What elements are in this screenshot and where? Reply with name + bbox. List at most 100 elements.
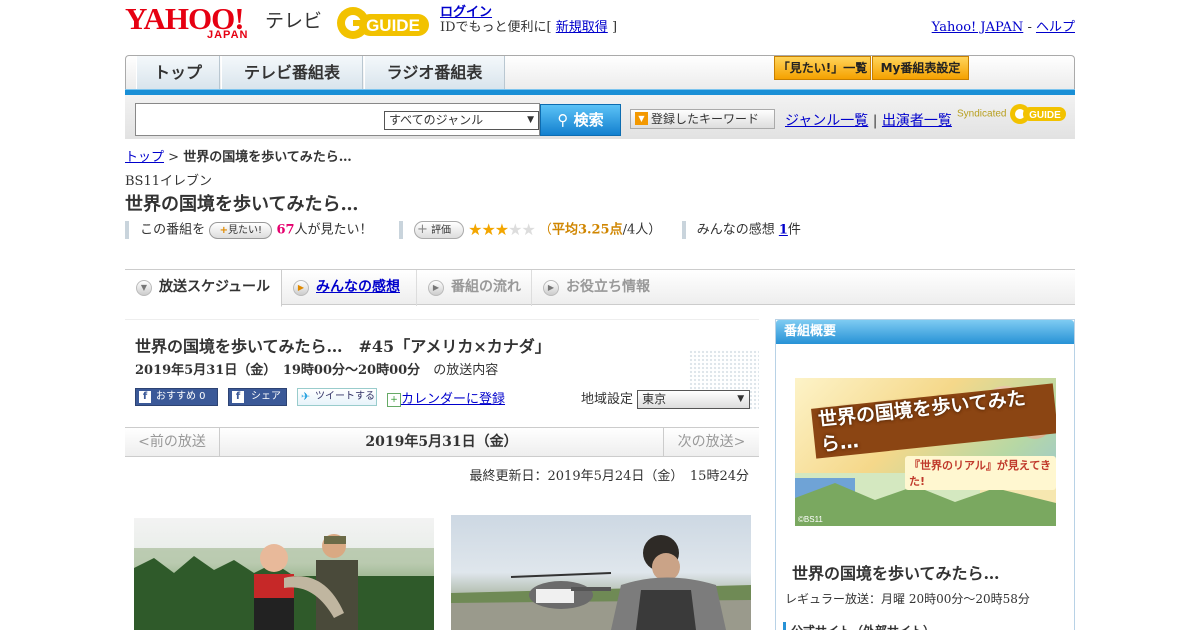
facebook-icon: f	[139, 391, 151, 403]
gguide-small-text: GUIDE	[1029, 110, 1061, 121]
tab-schedule[interactable]: ▼ 放送スケジュール	[125, 270, 282, 307]
kansou-count-link[interactable]: 1	[779, 223, 788, 238]
tab-info-label: お役立ち情報	[566, 279, 650, 295]
plus-icon: +	[219, 224, 228, 236]
pipe: |	[872, 113, 878, 129]
yahoo-logo-japan: JAPAN	[207, 29, 249, 41]
rate-button[interactable]: + 評価	[413, 221, 464, 239]
prev-broadcast-button: <前の放送	[125, 428, 220, 456]
tab-radio-schedule[interactable]: ラジオ番組表	[364, 56, 505, 90]
photo-helicopter-illustration	[451, 535, 751, 630]
program-summary-box: 番組概要 世界の国境を歩いてみたら… 『世界のリアル』が見えてきた! ©BS11…	[775, 319, 1075, 630]
genre-list-link[interactable]: ジャンル一覧	[785, 113, 868, 129]
kono-bangumi-label: この番組を	[140, 222, 206, 238]
chevron-right-icon: ▶	[293, 280, 309, 296]
episode-photo-helicopter	[451, 515, 751, 630]
calendar-register[interactable]: + カレンダーに登録	[387, 388, 505, 407]
search-links: ジャンル一覧 | 出演者一覧	[785, 110, 952, 130]
yahoo-logo[interactable]: YAHOO! JAPAN	[125, 3, 247, 44]
registered-keyword-button[interactable]: ▼ 登録したキーワード	[630, 109, 775, 129]
tab-reviews[interactable]: ▶ みんなの感想	[282, 270, 417, 306]
mitai-list-button[interactable]: 「見たい!」一覧	[774, 56, 871, 80]
calendar-link[interactable]: カレンダーに登録	[401, 392, 505, 407]
divider	[681, 221, 686, 239]
next-broadcast-button: 次の放送>	[663, 428, 759, 456]
tweet-button[interactable]: ✈ ツイートする	[297, 388, 377, 406]
header: YAHOO! JAPAN テレビ GUIDE ログイン IDでもっと便利に[ 新…	[125, 0, 1075, 55]
facebook-recommend-button[interactable]: f おすすめ 0	[135, 388, 218, 406]
my-program-button[interactable]: My番組表設定	[872, 56, 969, 80]
search-button[interactable]: ⚲ 検索	[540, 104, 621, 136]
gguide-logo-text: GUIDE	[366, 16, 420, 35]
kansou-unit: 件	[787, 222, 801, 238]
mitai-button[interactable]: +見たい!	[209, 221, 273, 239]
key-visual-copyright: ©BS11	[798, 515, 823, 524]
region-select-value: 東京	[642, 392, 667, 406]
rating-stars: ★★★★★	[468, 220, 539, 239]
id-close: ]	[611, 20, 618, 35]
plus-icon: +	[416, 222, 428, 237]
divider	[398, 221, 403, 239]
dropdown-arrow-icon: ▼	[737, 394, 745, 404]
region-select[interactable]: 東京 ▼	[637, 390, 751, 409]
avg-prefix: （	[538, 222, 552, 238]
calendar-icon: +	[387, 392, 401, 407]
gguide-small-logo: GUIDE	[1010, 104, 1067, 124]
star-icon: ★	[468, 220, 482, 239]
mitai-count: 67	[276, 222, 295, 238]
chevron-right-icon: ▶	[543, 280, 559, 296]
page: YAHOO! JAPAN テレビ GUIDE ログイン IDでもっと便利に[ 新…	[125, 0, 1075, 630]
signup-link[interactable]: 新規取得	[556, 20, 608, 35]
search-icon: ⚲	[557, 111, 569, 129]
dash: -	[1027, 20, 1032, 35]
program-meta: この番組を +見たい! 67人が見たい！ + 評価 ★★★★★ （平均3.25点…	[125, 220, 801, 240]
tab-info: ▶ お役立ち情報	[532, 270, 672, 306]
genre-select[interactable]: すべてのジャンル ▼	[384, 111, 539, 130]
tab-schedule-label: 放送スケジュール	[159, 279, 271, 295]
tv-label[interactable]: テレビ	[265, 6, 322, 33]
breadcrumb-current: 世界の国境を歩いてみたら…	[183, 150, 352, 165]
login-link[interactable]: ログイン	[440, 5, 492, 20]
avg-suffix: /4人）	[622, 222, 662, 238]
fb-share-label: シェア	[251, 391, 281, 402]
facebook-share-button[interactable]: f シェア	[228, 388, 287, 406]
region-setting: 地域設定 東京 ▼	[581, 388, 751, 409]
chevron-down-icon: ▼	[136, 280, 152, 296]
search-area: すべてのジャンル ▼ ⚲ 検索 ▼ 登録したキーワード ジャンル一覧 | 出演者…	[125, 95, 1075, 139]
registered-keyword-label: 登録したキーワード	[651, 112, 760, 126]
chevron-right-icon: ▶	[428, 280, 444, 296]
fb-recommend-label: おすすめ 0	[156, 391, 206, 402]
star-icon: ★	[494, 220, 509, 239]
sidebar-program-title: 世界の国境を歩いてみたら…	[792, 564, 1000, 583]
last-updated: 最終更新日：2019年5月24日（金） 15時24分	[469, 469, 749, 484]
mitai-suffix: 人が見たい！	[294, 222, 373, 238]
key-visual-subtitle: 『世界のリアル』が見えてきた!	[905, 456, 1056, 490]
gguide-logo: GUIDE	[337, 7, 429, 39]
star-icon: ★	[521, 220, 535, 239]
episode-date-suffix: の放送内容	[433, 363, 499, 378]
cast-list-link[interactable]: 出演者一覧	[882, 113, 952, 129]
syndicated-gguide: Syndicated GUIDE	[957, 103, 1067, 125]
dropdown-arrow-icon: ▼	[527, 115, 534, 125]
tab-tv-schedule[interactable]: テレビ番組表	[221, 56, 363, 90]
breadcrumb-top-link[interactable]: トップ	[125, 150, 164, 165]
page-title: 世界の国境を歩いてみたら…	[125, 194, 359, 215]
mitai-button-label: 見たい!	[227, 224, 262, 236]
tab-top[interactable]: トップ	[136, 56, 220, 90]
tab-reviews-label: みんなの感想	[316, 279, 400, 295]
average-score: 平均3.25点	[551, 222, 623, 238]
kansou-label: みんなの感想	[696, 222, 775, 238]
top-right-links: Yahoo! JAPAN - ヘルプ	[932, 16, 1075, 35]
broadcast-pager: <前の放送 2019年5月31日（金） 次の放送>	[125, 427, 759, 457]
regular-broadcast: レギュラー放送：月曜 20時00分～20時58分	[785, 592, 1030, 606]
breadcrumb-sep: >	[164, 150, 184, 165]
episode-date-time: 2019年5月31日（金） 19時00分～20時00分	[135, 363, 421, 378]
sub-tabs: ▼ 放送スケジュール ▶ みんなの感想 ▶ 番組の流れ ▶ お役立ち情報	[125, 269, 1075, 307]
yahoo-japan-link[interactable]: Yahoo! JAPAN	[932, 20, 1024, 35]
login-box: ログイン IDでもっと便利に[ 新規取得 ]	[440, 5, 617, 35]
triangle-down-icon: ▼	[635, 112, 648, 125]
program-key-visual[interactable]: 世界の国境を歩いてみたら… 『世界のリアル』が見えてきた! ©BS11	[795, 378, 1056, 526]
episode-date: 2019年5月31日（金） 19時00分～20時00分 の放送内容	[135, 359, 498, 378]
rate-button-label: 評価	[431, 225, 452, 236]
help-link[interactable]: ヘルプ	[1036, 20, 1075, 35]
